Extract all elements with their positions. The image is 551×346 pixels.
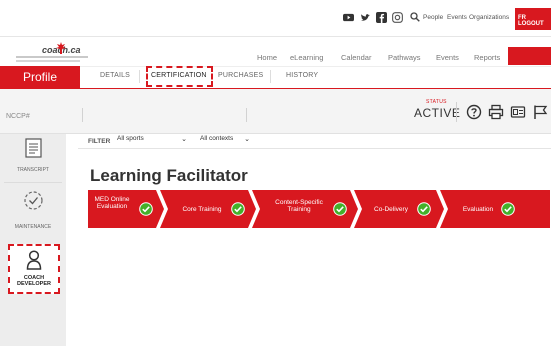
print-icon[interactable] (488, 104, 504, 120)
page-title: Learning Facilitator (90, 166, 248, 185)
step-label: Co-Delivery (374, 206, 408, 213)
top-utility-bar: People Events Organizations FR LOGOUT (0, 0, 551, 36)
status-label: STATUS (426, 99, 447, 105)
tab-history[interactable]: HISTORY (286, 72, 318, 79)
nav-pathways[interactable]: Pathways (388, 53, 421, 62)
left-sidebar (0, 134, 66, 346)
youtube-icon[interactable] (343, 12, 354, 23)
step-label: MED Online Evaluation (94, 196, 130, 210)
facebook-icon[interactable] (376, 12, 387, 23)
twitter-icon[interactable] (360, 12, 371, 23)
sport-select-value: All sports (117, 135, 144, 142)
active-tab-highlight (146, 66, 213, 87)
divider (456, 102, 457, 122)
maintenance-icon[interactable] (23, 190, 44, 211)
step-label: Content-Specific Training (275, 199, 323, 213)
nav-highlight[interactable] (508, 47, 551, 65)
check-icon (139, 202, 153, 216)
chevron-down-icon: ⌄ (181, 136, 187, 143)
coach-developer-icon (26, 250, 42, 270)
sidebar-item-maintenance[interactable]: MAINTENANCE (0, 224, 66, 230)
context-select[interactable]: All contexts ⌄ (192, 135, 250, 146)
nav-elearning[interactable]: eLearning (290, 53, 323, 62)
instagram-icon[interactable] (392, 12, 403, 23)
nav-events[interactable]: Events (436, 53, 459, 62)
check-icon (501, 202, 515, 216)
divider (82, 108, 83, 122)
check-icon (231, 202, 245, 216)
nav-calendar[interactable]: Calendar (341, 53, 371, 62)
transcript-icon[interactable] (25, 138, 42, 158)
divider (78, 148, 551, 149)
people-link[interactable]: People (423, 14, 443, 21)
tab-divider (139, 70, 140, 83)
sidebar-item-transcript[interactable]: TRANSCRIPT (0, 167, 66, 173)
events-link[interactable]: Events (447, 14, 467, 21)
logo-leaf-icon (56, 42, 66, 54)
step-label: Core Training (182, 206, 222, 213)
tab-divider (270, 70, 271, 83)
status-value: ACTIVE (414, 106, 461, 120)
coach-ca-logo[interactable]: coach.ca (14, 40, 94, 66)
flag-icon[interactable] (532, 104, 548, 120)
search-icon[interactable] (410, 12, 420, 22)
divider (246, 108, 247, 122)
step-label: Evaluation (462, 206, 494, 213)
context-select-value: All contexts (200, 135, 234, 142)
chevron-down-icon: ⌄ (244, 136, 250, 143)
check-icon (333, 202, 347, 216)
logo-tagline (16, 60, 80, 62)
sidebar-item-label: COACH DEVELOPER (17, 275, 51, 287)
filter-label: FILTER (88, 138, 111, 145)
profile-title: Profile (0, 66, 80, 89)
organizations-link[interactable]: Organizations (469, 14, 509, 21)
nav-home[interactable]: Home (257, 53, 277, 62)
logo-tagline (16, 56, 88, 58)
divider (4, 182, 62, 183)
check-icon (417, 202, 431, 216)
language-logout-button[interactable]: FR LOGOUT (515, 8, 551, 30)
divider (0, 36, 551, 37)
nav-reports[interactable]: Reports (474, 53, 500, 62)
sport-select[interactable]: All sports ⌄ (117, 135, 187, 146)
tab-details[interactable]: DETAILS (100, 72, 130, 79)
tab-purchases[interactable]: PURCHASES (218, 72, 263, 79)
id-card-icon[interactable] (510, 104, 526, 120)
help-icon[interactable] (466, 104, 482, 120)
nccp-label: NCCP# (6, 113, 30, 120)
